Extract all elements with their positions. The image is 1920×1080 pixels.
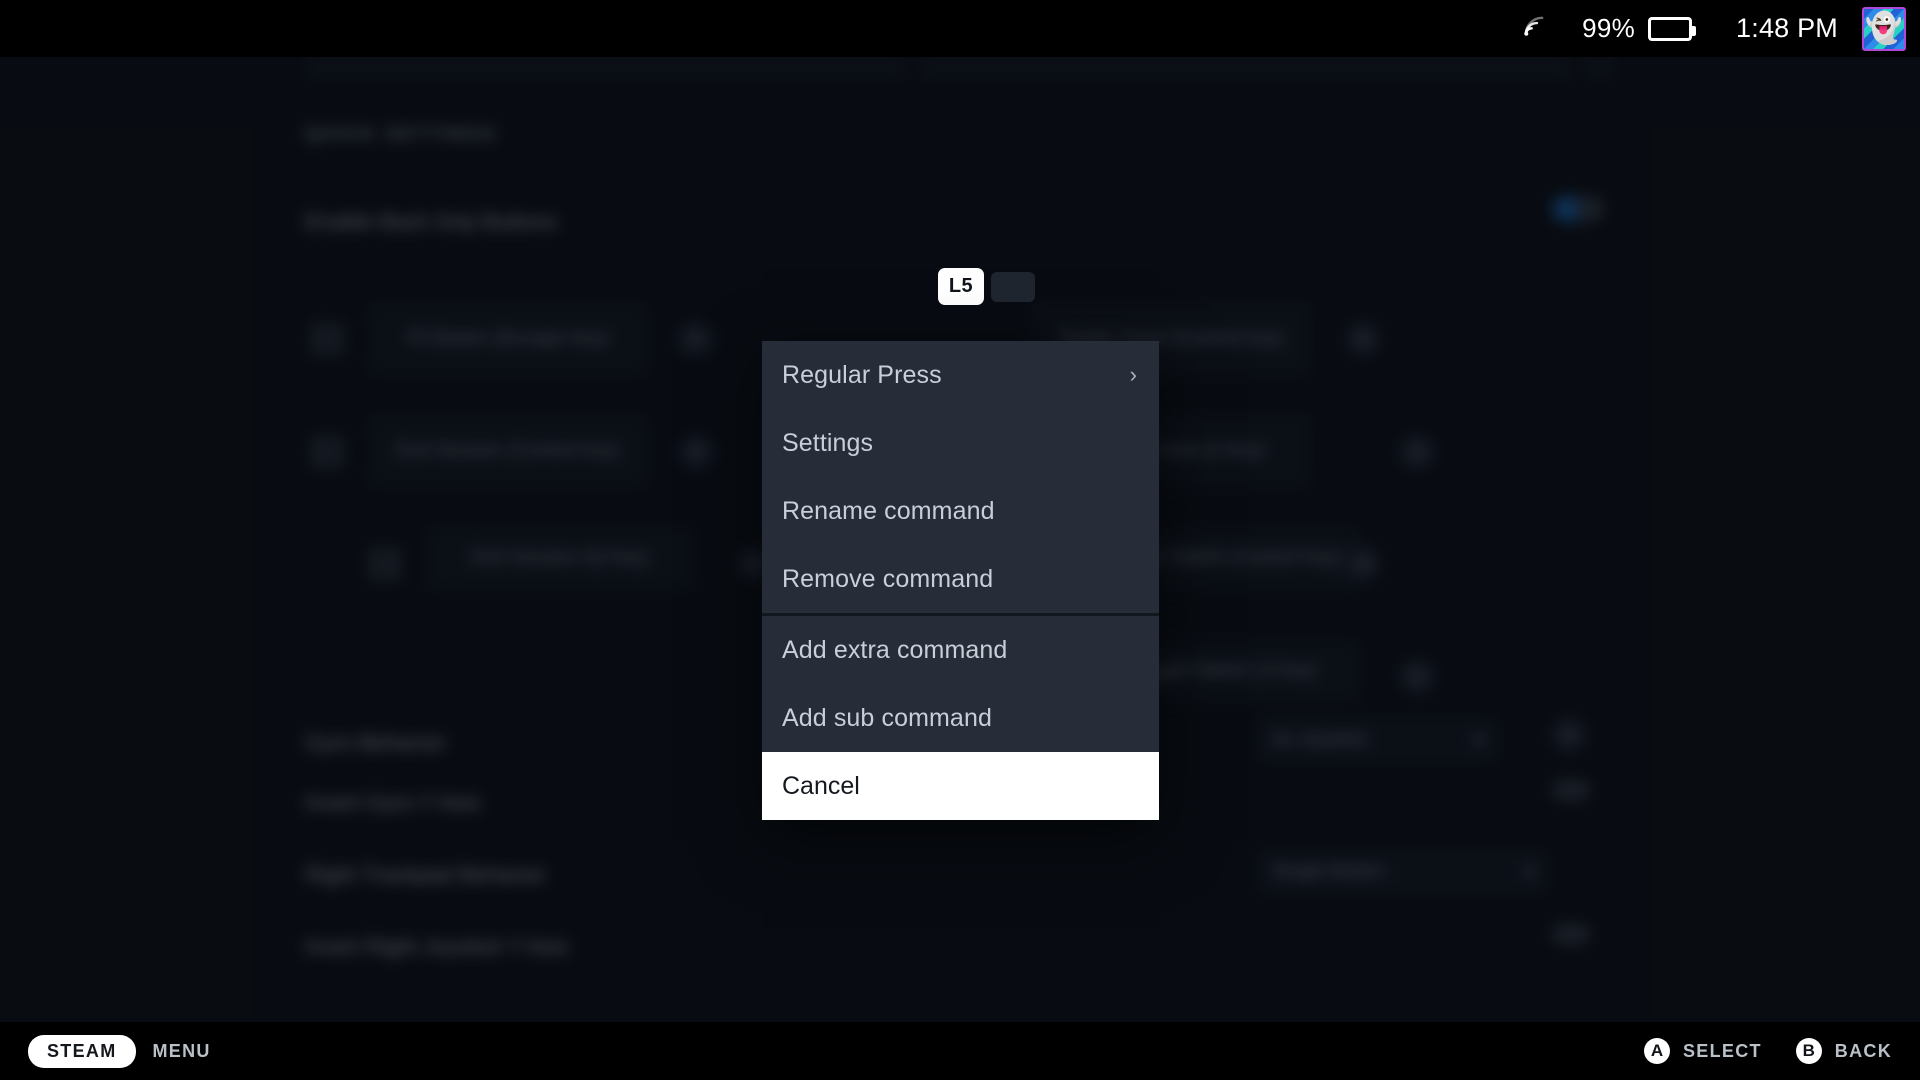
wifi-icon[interactable] [1520, 12, 1548, 45]
context-menu: Regular Press › Settings Rename command … [762, 341, 1159, 820]
hint-back[interactable]: B BACK [1795, 1038, 1892, 1064]
key-badge-l5[interactable]: L5 [938, 268, 984, 305]
key-badge-group: L5 [938, 268, 1035, 305]
battery-percent-label: 99% [1582, 13, 1636, 43]
b-button-icon: B [1795, 1038, 1822, 1064]
avatar-art: 👻 [1865, 12, 1903, 46]
menu-label: MENU [152, 1040, 211, 1061]
menu-item-label: Remove command [782, 564, 994, 593]
menu-item-regular-press[interactable]: Regular Press › [762, 341, 1159, 409]
screen-root: QUICK SETTINGS Enable Back Grip Buttons … [0, 0, 1920, 1080]
menu-item-remove-command[interactable]: Remove command [762, 545, 1159, 613]
hint-select[interactable]: A SELECT [1643, 1038, 1762, 1064]
chevron-right-icon: › [1129, 362, 1137, 387]
menu-item-cancel[interactable]: Cancel [762, 752, 1159, 820]
menu-item-add-sub-command[interactable]: Add sub command [762, 684, 1159, 752]
a-button-icon: A [1643, 1038, 1670, 1064]
battery-icon [1648, 16, 1697, 41]
bottom-bar-left: STEAM MENU [28, 1034, 211, 1068]
context-menu-group-1: Regular Press › Settings Rename command … [762, 341, 1159, 613]
menu-item-settings[interactable]: Settings [762, 409, 1159, 477]
menu-item-label: Add extra command [782, 635, 1008, 664]
hint-back-label: BACK [1834, 1040, 1892, 1061]
menu-item-label: Regular Press [782, 360, 942, 389]
menu-item-label: Rename command [782, 496, 995, 525]
menu-item-add-extra-command[interactable]: Add extra command [762, 616, 1159, 684]
hint-select-label: SELECT [1682, 1040, 1762, 1061]
battery-indicator: 99% [1582, 13, 1697, 44]
status-bar: 99% 1:48 PM 👻 [0, 0, 1920, 57]
menu-item-rename-command[interactable]: Rename command [762, 477, 1159, 545]
key-ghost-icon [991, 271, 1035, 302]
menu-item-label: Add sub command [782, 703, 992, 732]
context-menu-group-2: Add extra command Add sub command [762, 613, 1159, 752]
bottom-bar: STEAM MENU A SELECT B BACK [0, 1022, 1920, 1080]
bottom-bar-hints: A SELECT B BACK [1643, 1038, 1892, 1064]
steam-button[interactable]: STEAM [28, 1034, 136, 1068]
avatar[interactable]: 👻 [1862, 6, 1906, 51]
clock-label: 1:48 PM [1736, 13, 1838, 43]
menu-item-label: Cancel [782, 771, 860, 800]
menu-item-label: Settings [782, 428, 874, 457]
